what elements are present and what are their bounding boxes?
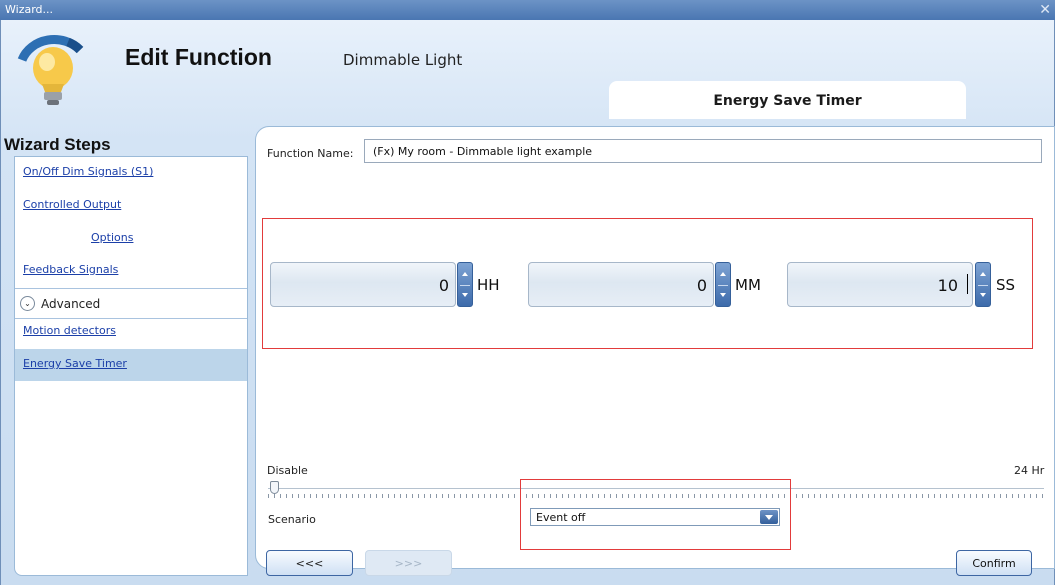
divider [15,318,247,319]
next-button[interactable]: >>> [365,550,452,576]
function-name-input[interactable]: (Fx) My room - Dimmable light example [364,139,1042,163]
arrow-up-icon[interactable] [720,272,726,276]
dropdown-arrow-icon[interactable] [760,510,778,524]
light-bulb-icon [17,35,84,105]
step-motion-detectors[interactable]: Motion detectors [23,324,116,337]
step-feedback-signals[interactable]: Feedback Signals [23,263,118,276]
tab-energy-save-timer[interactable]: Energy Save Timer [609,81,966,119]
window-title: Wizard... [5,3,54,16]
slider-thumb[interactable] [270,481,279,494]
step-options[interactable]: Options [91,231,133,244]
close-icon[interactable]: ✕ [1039,0,1051,20]
arrow-up-icon[interactable] [462,272,468,276]
hours-input[interactable]: 0 [270,262,456,307]
step-on-off-dim-signals[interactable]: On/Off Dim Signals (S1) [23,165,153,178]
step-energy-save-timer-selected[interactable]: Energy Save Timer [15,349,247,381]
wizard-steps-title: Wizard Steps [4,135,111,154]
previous-button[interactable]: <<< [266,550,353,576]
arrow-down-icon[interactable] [462,293,468,297]
step-controlled-output[interactable]: Controlled Output [23,198,121,211]
chevron-down-icon[interactable]: ⌄ [20,296,35,311]
seconds-input[interactable]: 10 [787,262,973,307]
arrow-down-icon[interactable] [980,293,986,297]
hours-stepper[interactable] [457,262,473,307]
function-name-label: Function Name: [267,147,354,160]
text-cursor [967,274,968,294]
hours-unit-label: HH [477,276,500,294]
page-subtitle: Dimmable Light [343,51,463,69]
advanced-toggle[interactable]: ⌄ Advanced [15,290,247,318]
wizard-steps-panel: On/Off Dim Signals (S1) Controlled Outpu… [14,156,248,576]
advanced-label: Advanced [41,297,101,311]
hours-value: 0 [438,276,449,295]
window-titlebar: Wizard... ✕ [0,0,1055,20]
slider-max-label: 24 Hr [1014,464,1045,477]
arrow-down-icon[interactable] [720,293,726,297]
minutes-input[interactable]: 0 [528,262,714,307]
seconds-value: 10 [937,276,958,295]
scenario-label: Scenario [268,513,316,526]
seconds-unit-label: SS [996,276,1016,294]
step-energy-save-timer[interactable]: Energy Save Timer [23,357,127,370]
divider [15,288,247,289]
scenario-selected-value: Event off [536,511,586,524]
seconds-stepper[interactable] [975,262,991,307]
scenario-select[interactable]: Event off [530,508,780,526]
confirm-button[interactable]: Confirm [956,550,1032,576]
minutes-stepper[interactable] [715,262,731,307]
arrow-up-icon[interactable] [980,272,986,276]
minutes-unit-label: MM [735,276,761,294]
minutes-value: 0 [696,276,707,295]
slider-min-label: Disable [267,464,308,477]
page-title: Edit Function [125,44,272,70]
